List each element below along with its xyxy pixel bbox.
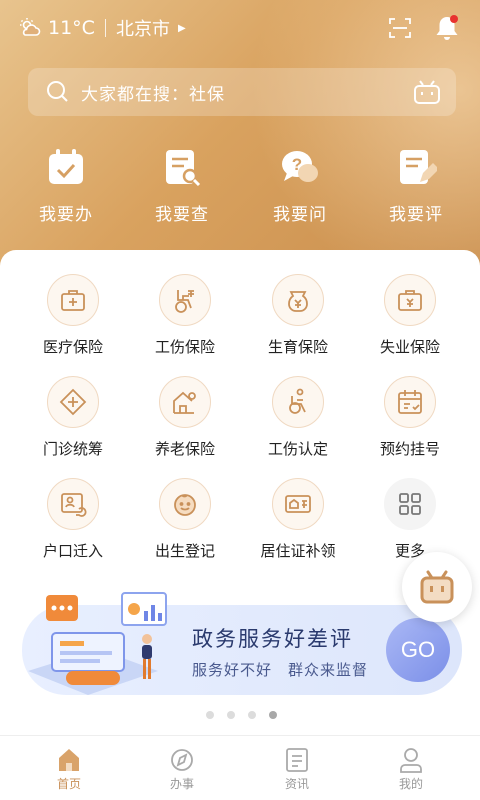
temperature: 11°C bbox=[48, 17, 95, 39]
service-unemployment-insurance[interactable]: 失业保险 bbox=[350, 274, 470, 357]
service-label: 生育保险 bbox=[267, 338, 328, 356]
service-maternity-insurance[interactable]: 生育保险 bbox=[238, 274, 358, 357]
service-icon-circle bbox=[272, 376, 324, 428]
service-icon-circle bbox=[159, 376, 211, 428]
baby-face-icon bbox=[174, 494, 196, 516]
tab-profile[interactable]: 我的 bbox=[351, 736, 471, 800]
robot-assistant-icon bbox=[420, 570, 454, 604]
search-icon bbox=[47, 81, 68, 102]
service-icon-circle bbox=[159, 478, 211, 530]
notification-badge bbox=[450, 15, 458, 23]
document-search-icon bbox=[166, 150, 201, 187]
service-label: 医疗保险 bbox=[42, 338, 103, 356]
service-label: 出生登记 bbox=[154, 542, 215, 560]
service-household-relocation[interactable]: 户口迁入 bbox=[13, 478, 133, 561]
service-icon-circle bbox=[384, 274, 436, 326]
wheelchair-insurance-icon bbox=[175, 290, 194, 313]
household-card-icon bbox=[61, 493, 87, 517]
notification-button[interactable] bbox=[434, 14, 460, 42]
partly-cloudy-icon bbox=[20, 18, 41, 36]
quick-action-search[interactable]: 我要查 bbox=[132, 140, 232, 225]
service-icon-circle bbox=[272, 274, 324, 326]
compass-icon bbox=[171, 749, 193, 771]
bottom-tab-bar: 首页 办事 资讯 我的 bbox=[0, 735, 480, 800]
quick-action-label: 我要评 bbox=[389, 205, 443, 225]
maternity-bottle-icon bbox=[288, 291, 308, 312]
carousel-dot[interactable] bbox=[206, 711, 214, 719]
question-chat-icon: ? bbox=[282, 151, 318, 182]
quick-action-do[interactable]: 我要办 bbox=[16, 140, 116, 225]
tab-home[interactable]: 首页 bbox=[9, 736, 129, 800]
quick-action-label: 我要问 bbox=[273, 205, 327, 225]
search-bar[interactable]: 大家都在搜：社保 bbox=[28, 68, 456, 116]
more-grid-icon bbox=[399, 493, 421, 515]
banner-title: 政务服务好差评 bbox=[192, 627, 353, 651]
service-pension-insurance[interactable]: 养老保险 bbox=[125, 376, 245, 459]
scan-icon[interactable] bbox=[388, 16, 412, 40]
go-button[interactable]: GO bbox=[386, 618, 450, 682]
tab-news[interactable]: 资讯 bbox=[237, 736, 357, 800]
service-label: 工伤认定 bbox=[267, 440, 328, 458]
carousel-indicator bbox=[206, 711, 290, 719]
svg-text:?: ? bbox=[292, 155, 302, 174]
quick-action-evaluate[interactable]: 我要评 bbox=[366, 140, 466, 225]
home-icon bbox=[59, 749, 79, 771]
service-birth-registration[interactable]: 出生登记 bbox=[125, 478, 245, 561]
service-work-injury-insurance[interactable]: 工伤保险 bbox=[125, 274, 245, 357]
service-icon-circle bbox=[47, 274, 99, 326]
service-medical-insurance[interactable]: 医疗保险 bbox=[13, 274, 133, 357]
carousel-dot-active[interactable] bbox=[269, 711, 277, 719]
tab-label: 我的 bbox=[398, 777, 423, 791]
tab-label: 办事 bbox=[169, 777, 194, 791]
tab-services[interactable]: 办事 bbox=[122, 736, 242, 800]
service-label: 预约挂号 bbox=[379, 440, 440, 458]
service-appointment-registration[interactable]: 预约挂号 bbox=[350, 376, 470, 459]
news-icon bbox=[286, 748, 308, 772]
unemployment-box-icon bbox=[398, 290, 422, 311]
quick-action-label: 我要查 bbox=[155, 205, 209, 225]
calendar-check-icon bbox=[49, 149, 83, 184]
service-label: 工伤保险 bbox=[154, 338, 215, 356]
service-outpatient-pooling[interactable]: 门诊统筹 bbox=[13, 376, 133, 459]
service-icon-circle bbox=[47, 376, 99, 428]
calendar-appointment-icon bbox=[398, 390, 422, 414]
service-icon-circle bbox=[159, 274, 211, 326]
service-label: 门诊统筹 bbox=[42, 440, 103, 458]
service-label: 居住证补领 bbox=[260, 542, 336, 560]
city-selector[interactable]: 北京市 bbox=[116, 15, 170, 41]
search-placeholder: 大家都在搜：社保 bbox=[81, 84, 225, 105]
robot-assistant-icon[interactable] bbox=[412, 78, 442, 106]
banner-subtitle: 服务好不好 群众来监督 bbox=[192, 661, 369, 679]
carousel-dot[interactable] bbox=[227, 711, 235, 719]
service-work-injury-determination[interactable]: 工伤认定 bbox=[238, 376, 358, 459]
carousel-dot[interactable] bbox=[248, 711, 256, 719]
elderly-house-icon bbox=[173, 391, 196, 414]
residence-card-icon bbox=[285, 495, 311, 513]
caret-right-icon: ▶ bbox=[177, 22, 186, 34]
quick-actions: 我要办 我要查 ? 我要问 我要评 bbox=[0, 140, 480, 230]
tab-label: 资讯 bbox=[284, 777, 309, 791]
service-icon-circle bbox=[384, 376, 436, 428]
service-icon-circle bbox=[384, 478, 436, 530]
tab-label: 首页 bbox=[56, 777, 81, 791]
clinic-diamond-icon bbox=[59, 388, 87, 416]
divider bbox=[104, 19, 106, 37]
service-icon-circle bbox=[272, 478, 324, 530]
service-residence-permit-reissue[interactable]: 居住证补领 bbox=[238, 478, 358, 561]
quick-action-ask[interactable]: ? 我要问 bbox=[250, 140, 350, 225]
service-label: 养老保险 bbox=[154, 440, 215, 458]
service-label: 户口迁入 bbox=[42, 542, 103, 560]
medical-kit-icon bbox=[61, 290, 85, 311]
service-more[interactable]: 更多 bbox=[350, 478, 470, 561]
status-bar[interactable]: 11°C 北京市 ▶ bbox=[18, 14, 186, 42]
service-label: 失业保险 bbox=[379, 338, 440, 356]
user-icon bbox=[400, 748, 422, 773]
wheelchair-icon bbox=[289, 388, 306, 414]
quick-action-label: 我要办 bbox=[39, 205, 93, 225]
service-icon-circle bbox=[47, 478, 99, 530]
service-illustration bbox=[28, 592, 167, 695]
floating-assistant-button[interactable] bbox=[402, 552, 472, 622]
document-edit-icon bbox=[400, 150, 437, 184]
evaluation-banner[interactable]: 政务服务好差评 服务好不好 群众来监督 GO bbox=[22, 592, 462, 695]
